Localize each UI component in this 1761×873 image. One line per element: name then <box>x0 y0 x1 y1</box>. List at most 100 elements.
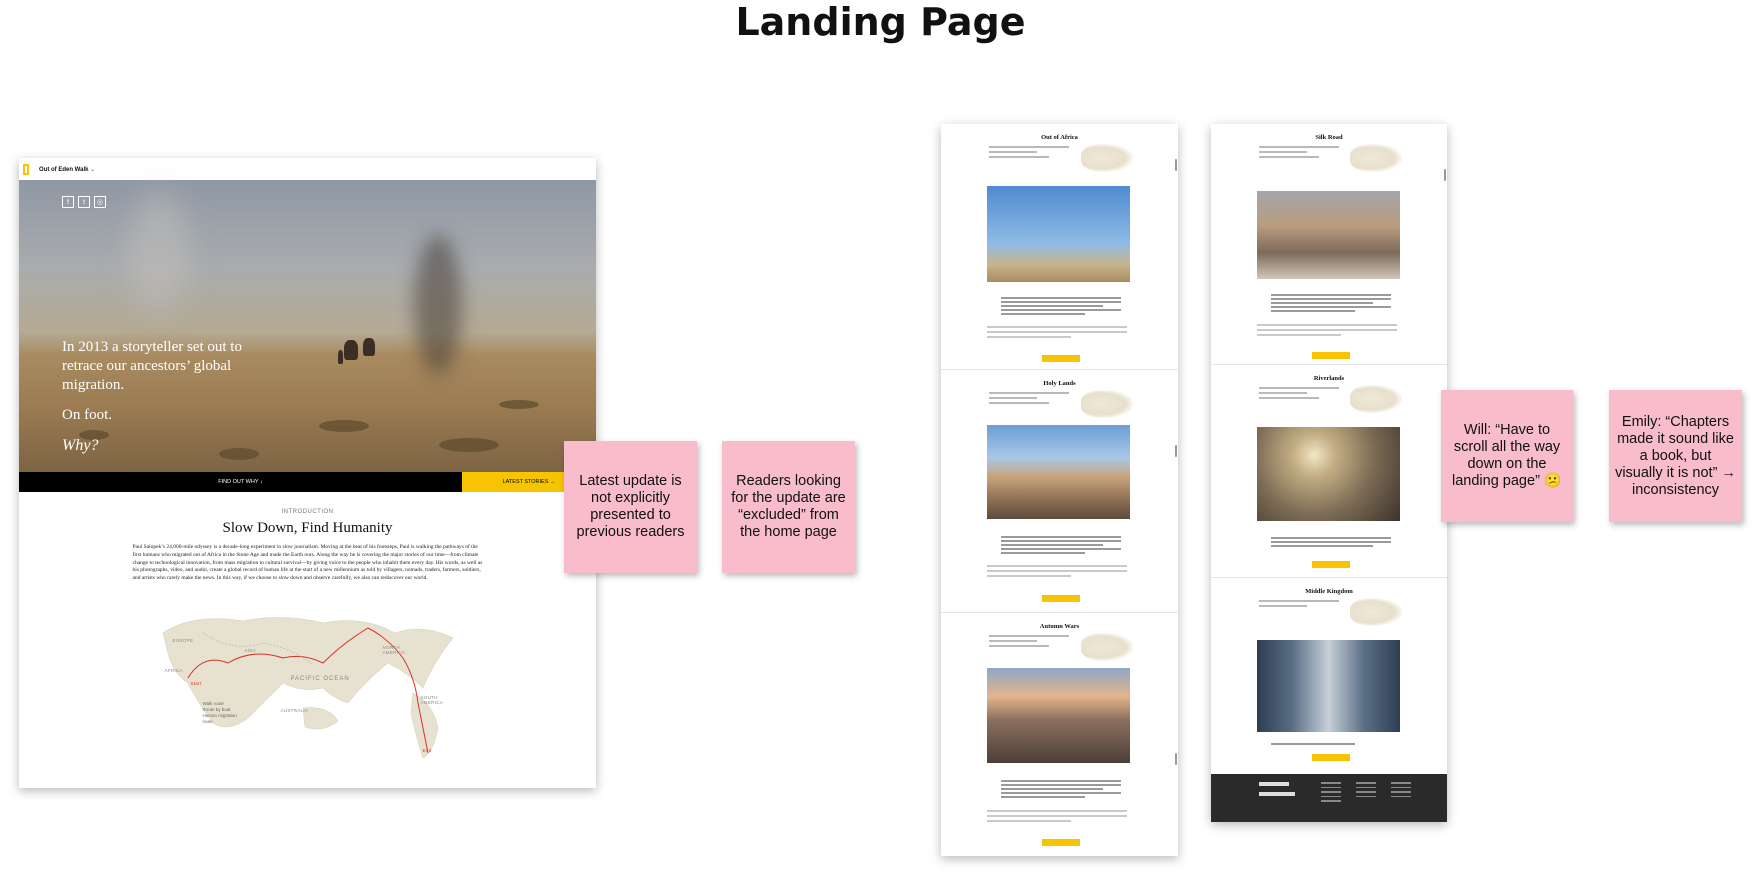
brand-dropdown[interactable]: Out of Eden Walk ⌄ <box>39 166 95 173</box>
chapter-quote <box>1257 324 1397 339</box>
sticky-note-emily[interactable]: Emily: “Chapters made it sound like a bo… <box>1609 390 1742 522</box>
chapter-photo <box>1257 427 1400 521</box>
hero-image: f t ◎ In 2013 a storyteller set out to r… <box>19 180 596 472</box>
chapter-title: Middle Kingdom <box>1305 588 1353 595</box>
hero-haze <box>129 190 189 310</box>
scroll-handle[interactable] <box>1444 169 1446 181</box>
chapter-title: Riverlands <box>1313 375 1345 382</box>
footer-sponsor-logo-icon[interactable] <box>1259 792 1295 796</box>
chapter-quote <box>987 810 1127 825</box>
chapter-mini-map <box>1081 633 1133 661</box>
intro-title: Slow Down, Find Humanity <box>222 520 393 536</box>
scroll-handle[interactable] <box>1175 753 1177 765</box>
map-label-end: End <box>422 747 432 753</box>
chapter-meta <box>1259 387 1339 402</box>
chapter-mini-map <box>1350 385 1402 413</box>
hero-line-1: In 2013 a storyteller set out to retrace… <box>62 339 242 393</box>
chapter-text <box>1271 743 1391 747</box>
scroll-handle[interactable] <box>1175 159 1177 171</box>
facebook-icon[interactable]: f <box>62 196 74 208</box>
chapter-meta <box>989 635 1069 650</box>
hero-line-3: Why? <box>62 437 99 454</box>
chapter-text <box>1001 780 1121 800</box>
sticky-note-excluded[interactable]: Readers looking for the update are “excl… <box>722 441 855 573</box>
chapter-mini-map <box>1081 390 1133 418</box>
sticky-note-latest-update[interactable]: Latest update is not explicitly presente… <box>564 441 697 573</box>
hero-line-2: On foot. <box>62 407 112 423</box>
chapter-text <box>1001 297 1121 317</box>
chapter-text <box>1271 294 1391 314</box>
read-chapter-button[interactable] <box>1042 595 1080 602</box>
footer-logo-icon[interactable] <box>1259 782 1289 786</box>
brand-name: Out of Eden Walk <box>39 166 89 173</box>
find-out-why-button[interactable]: FIND OUT WHY ↓ <box>19 472 462 492</box>
chapter-card[interactable]: Out of Africa <box>941 124 1178 370</box>
shrub <box>439 438 499 452</box>
chapter-photo <box>987 425 1130 519</box>
chapter-quote <box>987 565 1127 580</box>
chapter-meta <box>1259 600 1339 610</box>
map-label-australia: AUSTRALIA <box>280 707 309 713</box>
landing-page-frame: Out of Eden Walk ⌄ f t ◎ In 2013 a story… <box>19 158 596 788</box>
scroll-handle[interactable] <box>1175 445 1177 457</box>
read-chapter-button[interactable] <box>1042 355 1080 362</box>
chapter-title: Autumn Wars <box>1039 623 1080 630</box>
nat-geo-logo-icon[interactable] <box>23 163 29 175</box>
chapter-card[interactable]: Middle Kingdom <box>1211 578 1447 768</box>
walker-figure <box>338 350 343 364</box>
social-links: f t ◎ <box>62 196 106 208</box>
chapter-card[interactable]: Silk Road <box>1211 124 1447 365</box>
chapter-mini-map <box>1081 144 1133 172</box>
chapter-mini-map <box>1350 598 1402 626</box>
legend-human-migration-route: Human migration route <box>202 712 237 724</box>
shrub <box>319 420 369 432</box>
chapter-photo <box>1257 191 1400 279</box>
hero-dust-plume <box>414 235 462 375</box>
chapter-card[interactable]: Holy Lands <box>941 370 1178 613</box>
site-footer <box>1211 774 1447 822</box>
map-legend: Walk route Route by boat Human migration… <box>203 701 243 725</box>
chapter-quote <box>987 326 1127 341</box>
twitter-icon[interactable]: t <box>78 196 90 208</box>
intro-body: Paul Salopek’s 24,000-mile odyssey is a … <box>132 544 483 582</box>
map-label-asia: ASIA <box>244 647 256 653</box>
chapters-frame-2: Silk Road Riverlands Middle Kingdom <box>1211 124 1447 822</box>
map-label-pacific: PACIFIC OCEAN <box>290 675 350 682</box>
chapter-card[interactable]: Autumn Wars <box>941 613 1178 856</box>
chevron-down-icon: ⌄ <box>90 166 96 173</box>
intro-kicker: INTRODUCTION <box>281 509 334 515</box>
chapters-frame-1: Out of Africa Holy Lands Autumn Wars <box>941 124 1178 856</box>
map-label-north-america: NORTH AMERICA <box>382 644 406 655</box>
camel-figure <box>363 338 375 356</box>
chapter-photo <box>1257 640 1400 732</box>
chapter-text <box>1271 537 1391 549</box>
hero-text: In 2013 a storyteller set out to retrace… <box>62 338 282 466</box>
chapter-card[interactable]: Riverlands <box>1211 365 1447 578</box>
shrub <box>499 400 539 409</box>
footer-links[interactable] <box>1391 782 1411 800</box>
chapter-title: Silk Road <box>1315 134 1343 141</box>
read-chapter-button[interactable] <box>1312 754 1350 761</box>
chapter-photo <box>987 668 1130 763</box>
chapter-meta <box>989 146 1069 161</box>
map-label-start: Start <box>190 680 202 686</box>
route-map: EUROPE ASIA AFRICA NORTH AMERICA PACIFIC… <box>133 593 483 759</box>
read-chapter-button[interactable] <box>1312 352 1350 359</box>
sticky-note-will[interactable]: Will: “Have to scroll all the way down o… <box>1441 390 1573 522</box>
chapter-meta <box>1259 146 1339 161</box>
top-nav: Out of Eden Walk ⌄ <box>19 158 596 180</box>
footer-links[interactable] <box>1356 782 1376 800</box>
footer-links[interactable] <box>1321 782 1341 805</box>
hero-action-bar: FIND OUT WHY ↓ LATEST STORIES → <box>19 472 596 492</box>
instagram-icon[interactable]: ◎ <box>94 196 106 208</box>
map-label-africa: AFRICA <box>164 667 183 673</box>
chapter-text <box>1001 536 1121 556</box>
chapter-title: Out of Africa <box>1041 134 1078 141</box>
read-chapter-button[interactable] <box>1312 561 1350 568</box>
chapter-meta <box>989 392 1069 407</box>
map-label-south-america: SOUTH AMERICA <box>420 694 444 705</box>
read-chapter-button[interactable] <box>1042 839 1080 846</box>
camel-figure <box>344 340 358 360</box>
chapter-photo <box>987 186 1130 282</box>
chapter-mini-map <box>1350 144 1402 172</box>
